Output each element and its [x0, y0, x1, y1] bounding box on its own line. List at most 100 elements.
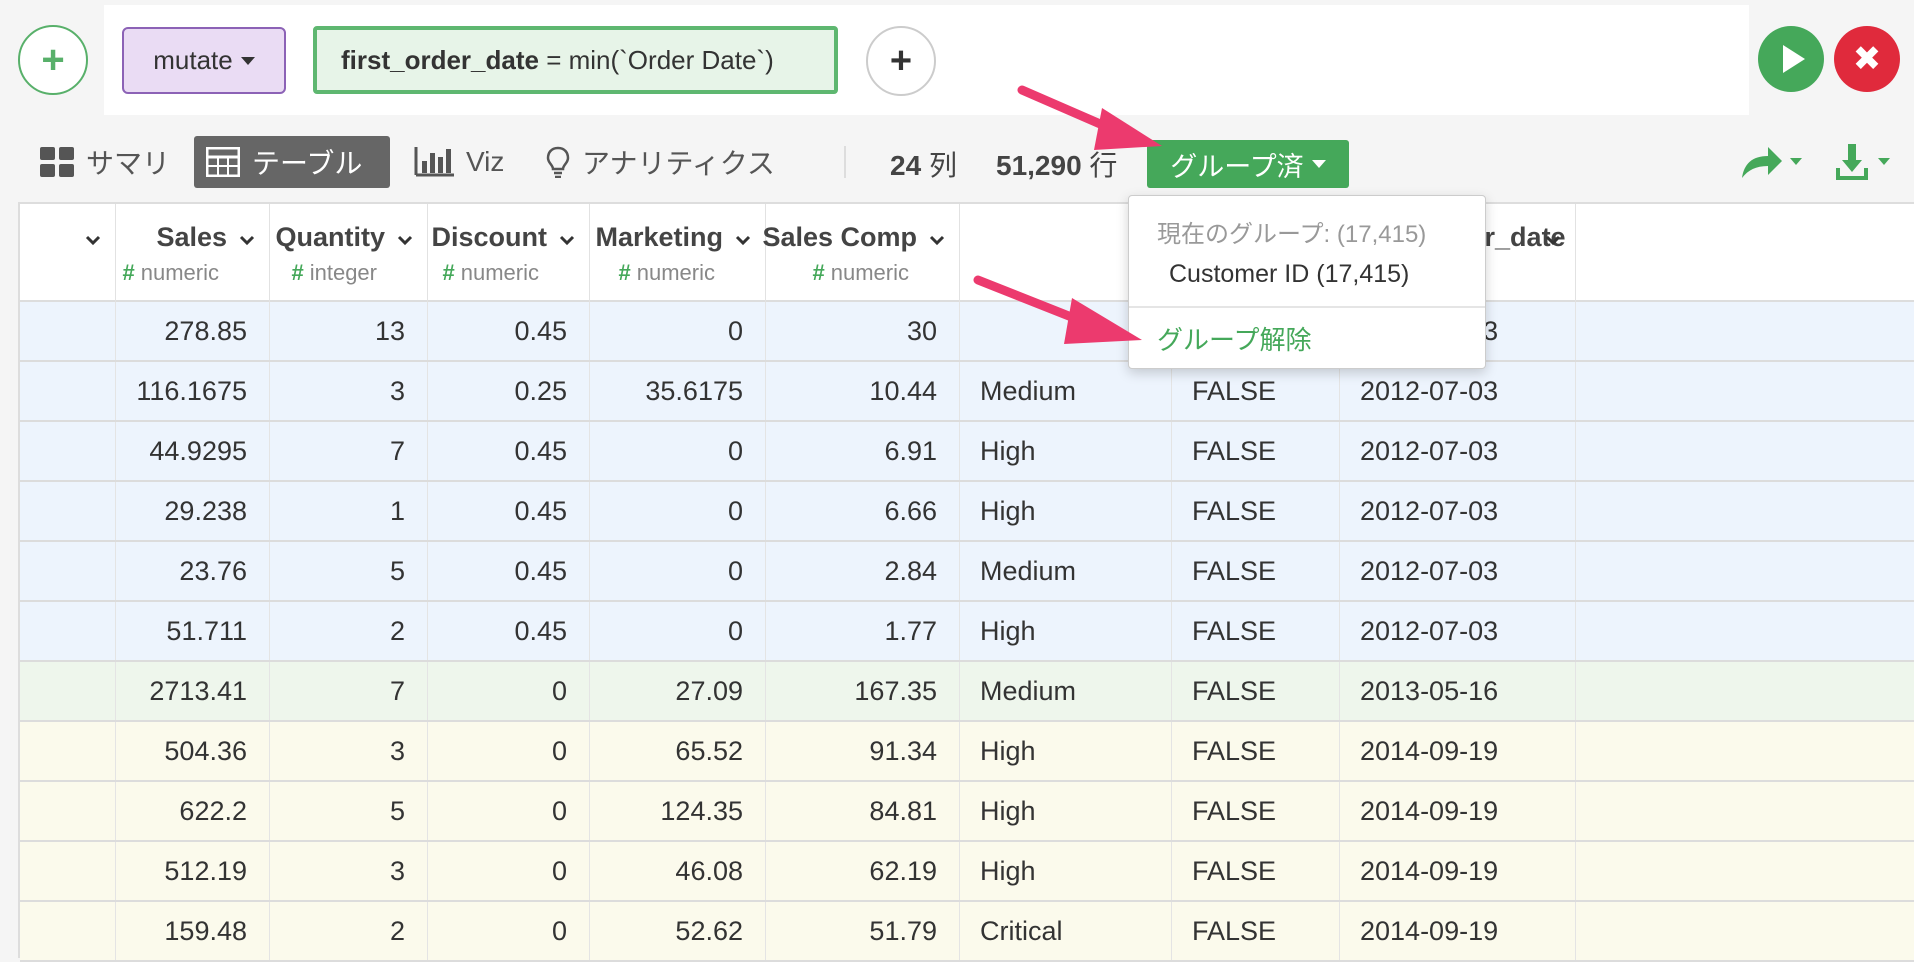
chevron-down-icon[interactable] — [397, 232, 413, 248]
download-button[interactable] — [1834, 142, 1900, 182]
table-cell: 84.81 — [766, 782, 960, 840]
chevron-down-icon[interactable] — [1545, 232, 1561, 248]
table-cell: 27.09 — [590, 662, 766, 720]
table-cell: 0.25 — [428, 362, 590, 420]
cancel-button[interactable]: ✖ — [1834, 26, 1900, 92]
table-cell: 44.9295 — [116, 422, 270, 480]
bar-chart-icon — [414, 147, 454, 177]
add-step-button[interactable]: + — [18, 25, 88, 95]
table-row: 504.36 3 0 65.52 91.34 High FALSE 2014-09-19 — [20, 722, 1914, 782]
plus-icon: + — [41, 37, 65, 82]
table-cell: 29.238 — [116, 482, 270, 540]
tab-analytics[interactable]: アナリティクス — [534, 136, 787, 188]
column-header[interactable]: Discount # numeric — [428, 204, 590, 302]
caret-down-icon — [1311, 160, 1326, 168]
chevron-down-icon[interactable] — [85, 232, 101, 248]
table-cell — [20, 902, 116, 960]
table-cell: Critical — [960, 902, 1172, 960]
grouped-dropdown-button[interactable]: グループ済 — [1147, 140, 1349, 188]
chevron-down-icon[interactable] — [559, 232, 575, 248]
table-row: 512.19 3 0 46.08 62.19 High FALSE 2014-09-19 — [20, 842, 1914, 902]
table-cell: 2 — [270, 602, 428, 660]
tab-label: テーブル — [252, 148, 363, 179]
table-cell: 10.44 — [766, 362, 960, 420]
command-type-dropdown[interactable]: mutate — [122, 27, 286, 94]
table-cell: 2014-09-19 — [1340, 722, 1576, 780]
tab-summary[interactable]: サマリ — [28, 136, 182, 188]
column-name: Discount — [431, 222, 547, 252]
caret-down-icon — [240, 56, 255, 65]
group-dropdown-menu: 現在のグループ: (17,415) Customer ID (17,415) グ… — [1128, 195, 1486, 369]
column-header[interactable]: Quantity # integer — [270, 204, 428, 302]
view-bar: サマリ テーブル Viz アナリティクス 24 列 51,290 行 グループ済 — [0, 130, 1914, 190]
table-cell — [20, 782, 116, 840]
hash-icon: # — [291, 260, 304, 285]
add-argument-button[interactable]: + — [866, 26, 936, 96]
table-cell: 0 — [428, 662, 590, 720]
share-button[interactable] — [1738, 142, 1804, 182]
table-cell: 65.52 — [590, 722, 766, 780]
table-cell: 35.6175 — [590, 362, 766, 420]
table-cell: 3 — [270, 362, 428, 420]
table-cell: 0.45 — [428, 542, 590, 600]
table-cell: 0.45 — [428, 602, 590, 660]
table-cell: 0 — [590, 422, 766, 480]
hash-icon: # — [442, 260, 455, 285]
table-cell: High — [960, 482, 1172, 540]
table-cell: Medium — [960, 362, 1172, 420]
table-cell: 2.84 — [766, 542, 960, 600]
table-cell — [20, 482, 116, 540]
chevron-down-icon[interactable] — [239, 232, 255, 248]
table-cell: 51.711 — [116, 602, 270, 660]
table-row: 2713.41 7 0 27.09 167.35 Medium FALSE 2013-05-1… — [20, 662, 1914, 722]
group-item-customer-id[interactable]: Customer ID (17,415) — [1169, 260, 1409, 289]
table-cell: High — [960, 842, 1172, 900]
ungroup-menu-item[interactable]: グループ解除 — [1157, 320, 1311, 357]
table-cell: FALSE — [1172, 422, 1340, 480]
table-row: 622.2 5 0 124.35 84.81 High FALSE 2014-09-19 — [20, 782, 1914, 842]
column-header[interactable]: Marketing # numeric — [590, 204, 766, 302]
tab-label: サマリ — [86, 148, 171, 179]
tab-viz[interactable]: Viz — [402, 136, 516, 188]
table-cell: 2013-05-16 — [1340, 662, 1576, 720]
close-icon: ✖ — [1852, 40, 1882, 78]
table-cell: Medium — [960, 542, 1172, 600]
column-header[interactable]: Sales # numeric — [116, 204, 270, 302]
table-cell: 2014-09-19 — [1340, 842, 1576, 900]
row-count: 51,290 行 — [996, 150, 1118, 181]
tab-table[interactable]: テーブル — [194, 136, 390, 188]
table-row: 51.711 2 0.45 0 1.77 High FALSE 2012-07-03 — [20, 602, 1914, 662]
expression-input[interactable]: first_order_date = min(`Order Date`) — [313, 26, 838, 94]
table-cell — [20, 662, 116, 720]
column-header[interactable] — [20, 204, 116, 302]
hash-icon: # — [618, 260, 631, 285]
column-type: # numeric — [812, 260, 910, 285]
run-button[interactable] — [1758, 26, 1824, 92]
table-header-row: Sales # numeric Quantity # integer Discount # nu… — [20, 204, 1914, 302]
chevron-down-icon[interactable] — [735, 232, 751, 248]
table-cell: 6.66 — [766, 482, 960, 540]
table-cell: 0.45 — [428, 302, 590, 360]
table-cell: 167.35 — [766, 662, 960, 720]
table-cell: 1 — [270, 482, 428, 540]
column-type: # numeric — [618, 260, 716, 285]
table-row: 278.85130.45030SE2012-07-03 — [20, 302, 1914, 362]
download-icon — [1836, 144, 1890, 180]
table-cell: High — [960, 722, 1172, 780]
column-name: Quantity — [275, 222, 385, 252]
table-cell: 0 — [590, 302, 766, 360]
table-cell: 116.1675 — [116, 362, 270, 420]
table-cell: 512.19 — [116, 842, 270, 900]
chevron-down-icon[interactable] — [929, 232, 945, 248]
current-group-header: 現在のグループ: (17,415) — [1157, 221, 1427, 248]
expression-column: first_order_date — [341, 44, 539, 75]
table-cell: 0 — [428, 902, 590, 960]
column-name: Sales — [156, 222, 227, 252]
column-header[interactable]: Sales Comp # numeric — [762, 204, 960, 302]
table-cell: 23.76 — [116, 542, 270, 600]
column-name: Marketing — [595, 222, 723, 252]
command-type-label: mutate — [153, 45, 233, 75]
column-type: # integer — [291, 260, 377, 285]
table-cell: FALSE — [1172, 362, 1340, 420]
table-cell: 0 — [428, 842, 590, 900]
